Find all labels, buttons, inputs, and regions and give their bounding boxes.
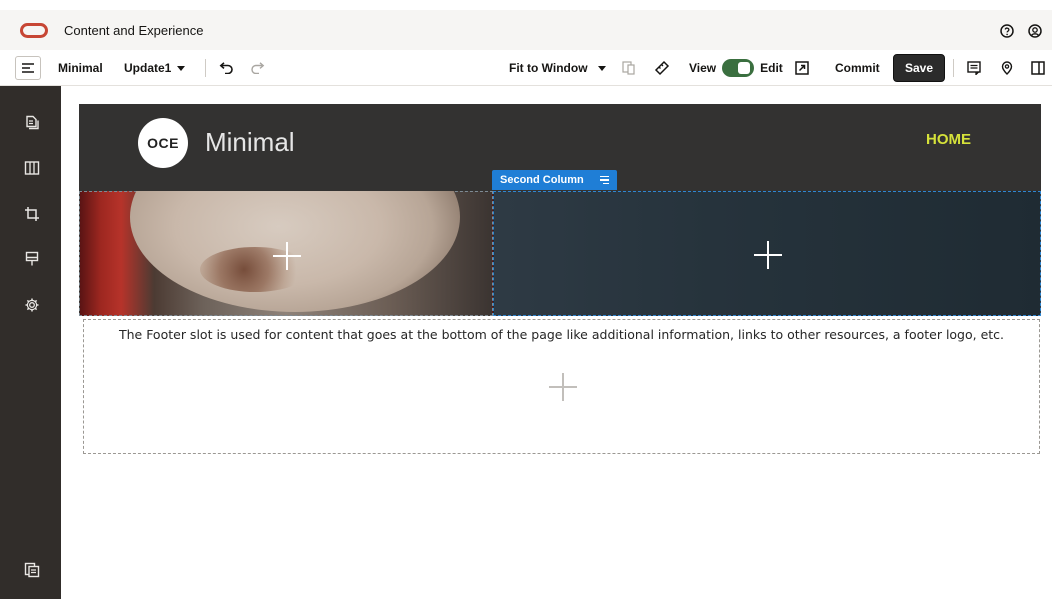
undo-button[interactable] [218,50,234,86]
footer-slot[interactable]: The Footer slot is used for content that… [83,319,1040,454]
update-selector[interactable]: Update1 [124,50,186,86]
app-window: Content and Experience Minimal Update1 F… [0,0,1052,599]
app-title: Content and Experience [64,23,204,38]
location-button[interactable] [1000,50,1014,86]
undo-icon [219,62,233,74]
caret-down-icon [597,65,606,71]
open-in-new-button[interactable] [795,50,809,86]
ruler-button[interactable] [654,50,670,86]
settings-icon[interactable] [22,295,42,315]
first-column-slot[interactable] [79,191,493,316]
add-content-icon[interactable] [754,241,782,269]
title-icons [996,20,1052,42]
nav-link-home[interactable]: HOME [926,131,971,148]
add-content-icon[interactable] [273,242,301,270]
column-label-text: Second Column [500,174,584,186]
site-properties-icon[interactable] [22,560,42,580]
crop-icon[interactable] [22,204,42,224]
hamburger-menu-button[interactable] [15,56,41,80]
view-edit-switch[interactable]: View Edit [689,50,783,86]
second-column-slot[interactable] [493,191,1041,316]
page-canvas: OCE Minimal HOME Second Column The Foote… [61,86,1052,599]
site-title: Minimal [205,127,295,157]
footer-description: The Footer slot is used for content that… [118,327,1005,342]
site-logo[interactable]: OCE [138,118,188,168]
layout-columns-icon[interactable] [22,158,42,178]
add-content-icon[interactable] [549,373,577,401]
comments-button[interactable] [967,50,981,86]
external-link-icon [795,61,809,75]
redo-button[interactable] [250,50,266,86]
theme-icon[interactable] [22,249,42,269]
location-pin-icon [1001,61,1013,75]
editor-toolbar: Minimal Update1 Fit to Window View Edit [0,50,1052,86]
device-preview-button[interactable] [622,50,638,86]
comment-icon [967,61,981,75]
save-button[interactable]: Save [893,54,945,82]
title-bar: Content and Experience [0,10,1052,50]
commit-button[interactable]: Commit [835,50,880,86]
device-preview-icon [622,61,635,75]
site-name-label: Minimal [58,61,103,75]
side-panel-icon [1031,61,1045,75]
help-icon[interactable] [996,20,1018,42]
hero-section [79,191,1041,316]
second-column-label[interactable]: Second Column [492,170,617,190]
ruler-icon [654,60,670,76]
toolbar-divider [205,59,206,77]
view-label: View [689,61,717,75]
left-sidebar [0,86,61,599]
caret-down-icon [177,65,186,71]
side-panel-button[interactable] [1031,50,1045,86]
view-edit-toggle[interactable] [722,59,755,77]
pages-icon[interactable] [22,113,42,133]
hamburger-icon [22,63,34,73]
column-menu-icon[interactable] [599,175,609,185]
update-name: Update1 [124,61,172,75]
oracle-logo [20,23,48,38]
edit-label: Edit [760,61,783,75]
user-icon[interactable] [1024,20,1046,42]
zoom-selector[interactable]: Fit to Window [509,50,606,86]
zoom-label: Fit to Window [509,61,588,75]
redo-icon [251,62,265,74]
toolbar-divider [953,59,954,77]
